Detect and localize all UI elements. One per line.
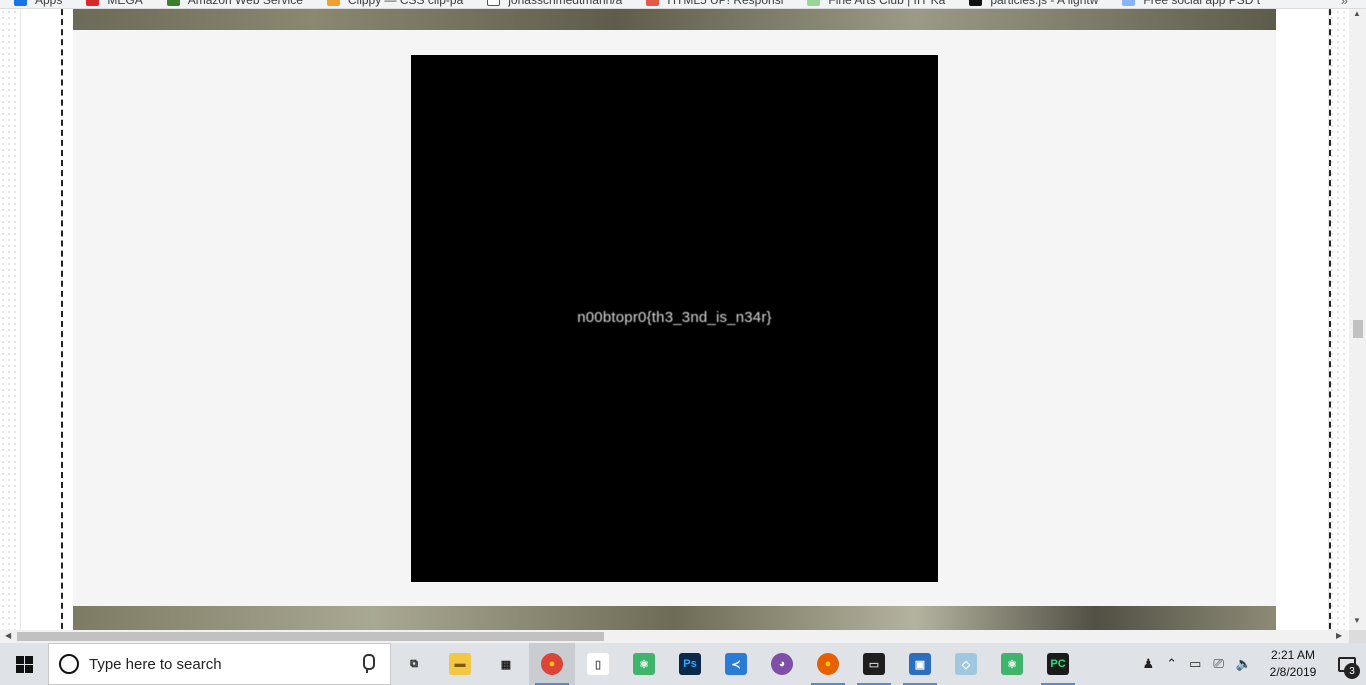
scroll-right-arrow-icon[interactable]: ▶: [1336, 631, 1342, 640]
bookmark-label: Amazon Web Service: [188, 0, 303, 7]
content-panel: n00btopr0{th3_3nd_is_n34r}: [73, 9, 1276, 630]
microsoft-store-icon: ▦: [495, 653, 517, 675]
html5up-icon: [646, 0, 660, 6]
task-view-icon: ⧉: [403, 653, 425, 675]
photoshop-icon: Ps: [679, 653, 701, 675]
atom-icon: ⚛: [633, 653, 655, 675]
file-icon: [487, 0, 501, 6]
action-center-button[interactable]: 3: [1328, 643, 1366, 685]
bookmark-label: particles.js - A lightw: [990, 0, 1098, 7]
taskbar-app-terminal[interactable]: ▭: [851, 643, 897, 685]
pinned-apps: ⧉ ▬ ▦ ● ▯ ⚛ Ps ≺ ◕ ● ▭ ▣ ◇ ⚛ PC: [391, 643, 1081, 685]
taskbar-app-pycharm[interactable]: PC: [1035, 643, 1081, 685]
notification-badge: 3: [1344, 663, 1360, 679]
taskbar-search-box[interactable]: Type here to search: [48, 643, 391, 685]
link-icon: [1122, 0, 1136, 6]
vertical-scrollbar[interactable]: ▲ ▼: [1349, 9, 1366, 630]
atom-2-icon: ⚛: [1001, 653, 1023, 675]
web-page: n00btopr0{th3_3nd_is_n34r}: [0, 9, 1349, 630]
chrome-icon: ●: [541, 653, 563, 675]
bookmark-item[interactable]: Apps: [14, 0, 62, 7]
start-button[interactable]: [0, 643, 48, 685]
bookmark-item[interactable]: Free social app PSD t: [1122, 0, 1260, 7]
taskbar-app-firefox[interactable]: ●: [805, 643, 851, 685]
horizontal-scrollbar[interactable]: ◀ ▶: [0, 630, 1349, 643]
bookmark-item[interactable]: HTML5 UP! Responsi: [646, 0, 783, 7]
photos-icon: ▣: [909, 653, 931, 675]
bookmark-item[interactable]: particles.js - A lightw: [969, 0, 1098, 7]
dotted-background-left: [0, 9, 20, 630]
particles-icon: [969, 0, 983, 6]
file-explorer-icon: ▬: [449, 653, 471, 675]
scroll-down-arrow-icon[interactable]: ▼: [1353, 616, 1361, 625]
show-hidden-icons-icon[interactable]: ⌃: [1166, 656, 1177, 672]
windows-logo-icon: [15, 655, 33, 673]
people-icon[interactable]: ♟: [1143, 656, 1155, 672]
dotted-background-right: [1329, 9, 1349, 630]
taskbar-app-photoshop[interactable]: Ps: [667, 643, 713, 685]
fineart-icon: [807, 0, 821, 6]
volume-icon[interactable]: 🔈: [1236, 656, 1252, 672]
bookmark-item[interactable]: Clippy — CSS clip-pa: [326, 0, 463, 7]
bookmark-label: Clippy — CSS clip-pa: [348, 0, 463, 7]
bookmark-item[interactable]: Fine Arts Club | IIT Ka: [807, 0, 945, 7]
scrollbar-corner: [1349, 630, 1366, 643]
taskbar-app-photos[interactable]: ▣: [897, 643, 943, 685]
scroll-left-arrow-icon[interactable]: ◀: [5, 631, 11, 640]
clock-date: 2/8/2019: [1269, 665, 1317, 679]
taskbar-app-file-explorer[interactable]: ▬: [437, 643, 483, 685]
bookmarks-bar: Apps MEGA Amazon Web Service Clippy — CSS c…: [0, 0, 1366, 9]
taskbar-app-atom[interactable]: ⚛: [621, 643, 667, 685]
tray-icons: ♟ ⌃ ▭ ⎚ 🔈: [1137, 656, 1258, 672]
cortana-icon: [59, 654, 79, 674]
bookmark-item[interactable]: Amazon Web Service: [166, 0, 303, 7]
bookmarks-overflow-icon[interactable]: »: [1341, 0, 1348, 8]
github-desktop-icon: ◕: [771, 653, 793, 675]
flag-image: n00btopr0{th3_3nd_is_n34r}: [411, 55, 938, 582]
photo-strip-bottom: [73, 606, 1276, 630]
mega-icon: [86, 0, 100, 6]
flag-text: n00btopr0{th3_3nd_is_n34r}: [577, 309, 772, 326]
notepad-icon: ▯: [587, 653, 609, 675]
clock[interactable]: 2:21 AM 2/8/2019: [1258, 647, 1328, 681]
photo-strip-top: [73, 9, 1276, 30]
terminal-icon: ▭: [863, 653, 885, 675]
system-tray: ♟ ⌃ ▭ ⎚ 🔈 2:21 AM 2/8/2019 3: [1137, 643, 1366, 685]
apps-grid-icon: [14, 0, 27, 6]
taskbar-app-microsoft-store[interactable]: ▦: [483, 643, 529, 685]
vertical-scroll-thumb[interactable]: [1353, 320, 1363, 338]
clippy-icon: [326, 0, 340, 6]
browser-viewport: Apps MEGA Amazon Web Service Clippy — CSS c…: [0, 0, 1366, 685]
pycharm-icon: PC: [1047, 653, 1069, 675]
taskbar-app-atom-2[interactable]: ⚛: [989, 643, 1035, 685]
bookmark-label: jonasschmedtmann/a: [508, 0, 622, 7]
search-placeholder: Type here to search: [89, 655, 222, 673]
taskbar-app-task-view[interactable]: ⧉: [391, 643, 437, 685]
sketch-icon: ◇: [955, 653, 977, 675]
bookmark-item[interactable]: MEGA: [86, 0, 143, 7]
taskbar: Type here to search ⧉ ▬ ▦ ● ▯ ⚛ Ps ≺ ◕ ● ▭ ▣ ◇ ⚛ PC ♟ ⌃…: [0, 643, 1366, 685]
vscode-icon: ≺: [725, 653, 747, 675]
scroll-up-arrow-icon[interactable]: ▲: [1353, 9, 1361, 18]
taskbar-app-sketch[interactable]: ◇: [943, 643, 989, 685]
taskbar-app-notepad[interactable]: ▯: [575, 643, 621, 685]
bookmark-label: MEGA: [107, 0, 142, 7]
taskbar-app-github-desktop[interactable]: ◕: [759, 643, 805, 685]
taskbar-app-vscode[interactable]: ≺: [713, 643, 759, 685]
microphone-icon[interactable]: [360, 654, 375, 674]
horizontal-scroll-thumb[interactable]: [17, 632, 604, 641]
bookmark-item[interactable]: jonasschmedtmann/a: [487, 0, 622, 7]
network-icon[interactable]: ⎚: [1213, 656, 1223, 672]
bookmark-label: Apps: [35, 0, 62, 7]
battery-icon[interactable]: ▭: [1189, 656, 1201, 672]
bookmark-label: Free social app PSD t: [1143, 0, 1260, 7]
aws-icon: [166, 0, 180, 6]
bookmark-label: Fine Arts Club | IIT Ka: [828, 0, 945, 7]
bookmark-label: HTML5 UP! Responsi: [667, 0, 783, 7]
clock-time: 2:21 AM: [1270, 648, 1316, 662]
firefox-icon: ●: [817, 653, 839, 675]
taskbar-app-chrome[interactable]: ●: [529, 643, 575, 685]
